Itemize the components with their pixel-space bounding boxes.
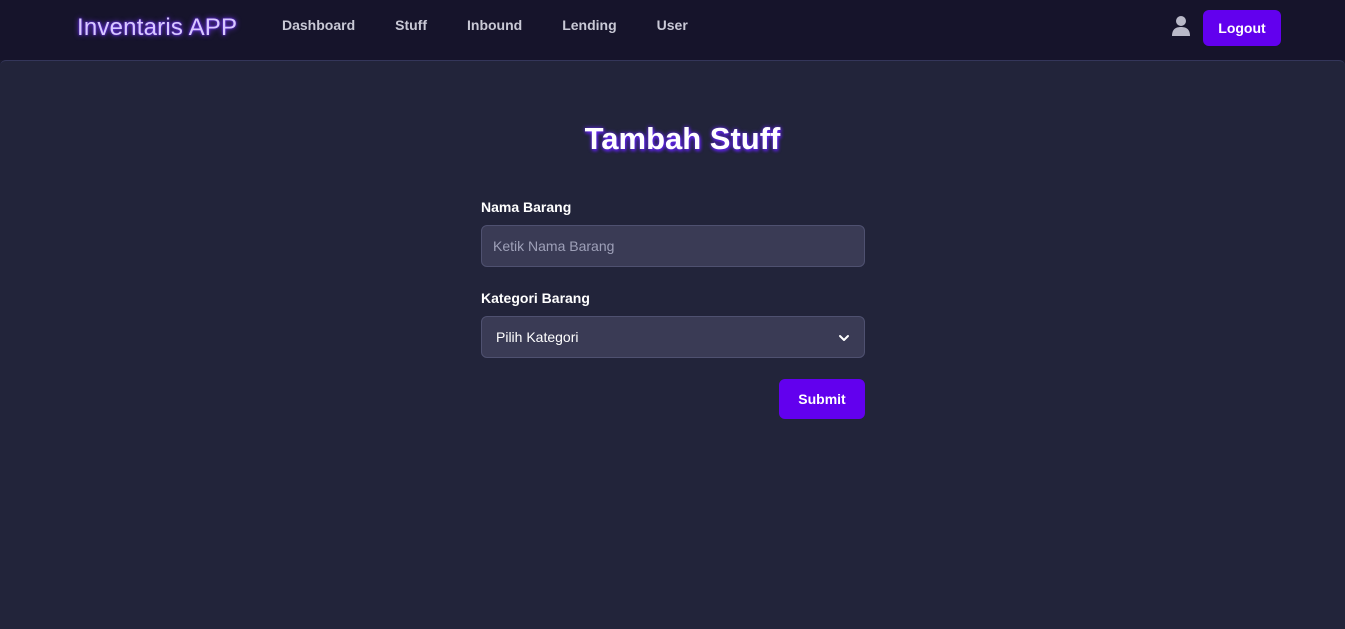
nav-link-stuff[interactable]: Stuff xyxy=(395,17,427,33)
user-icon[interactable] xyxy=(1171,15,1191,37)
submit-row: Submit xyxy=(481,379,865,419)
add-stuff-form: Nama Barang Kategori Barang Pilih Katego… xyxy=(481,199,865,419)
nav-link-dashboard[interactable]: Dashboard xyxy=(282,17,355,33)
name-field-group: Nama Barang xyxy=(481,199,865,267)
main-content: Tambah Stuff Nama Barang Kategori Barang… xyxy=(0,60,1345,629)
navbar: Inventaris APP Dashboard Stuff Inbound L… xyxy=(0,0,1345,60)
nav-link-user[interactable]: User xyxy=(657,17,688,33)
name-field-label: Nama Barang xyxy=(481,199,572,215)
nav-link-inbound[interactable]: Inbound xyxy=(467,17,522,33)
category-field-group: Kategori Barang Pilih Kategori xyxy=(481,290,865,358)
page-title: Tambah Stuff xyxy=(584,121,781,156)
chevron-down-icon xyxy=(838,331,850,343)
category-select-value: Pilih Kategori xyxy=(496,329,579,345)
logout-button[interactable]: Logout xyxy=(1203,10,1281,46)
nav-link-lending[interactable]: Lending xyxy=(562,17,616,33)
nav-links: Dashboard Stuff Inbound Lending User xyxy=(282,17,728,33)
category-field-label: Kategori Barang xyxy=(481,290,590,306)
app-brand[interactable]: Inventaris APP xyxy=(77,14,237,42)
submit-button[interactable]: Submit xyxy=(779,379,865,419)
item-name-input[interactable] xyxy=(481,225,865,267)
category-select[interactable]: Pilih Kategori xyxy=(481,316,865,358)
